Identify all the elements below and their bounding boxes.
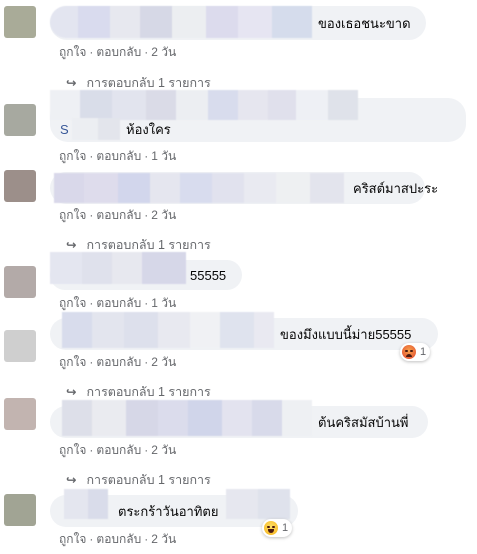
haha-emoji-icon bbox=[264, 521, 278, 535]
comment-bubble: ต้นคริสมัสบ้านพี่ bbox=[50, 400, 428, 438]
reply-link[interactable]: ตอบกลับ bbox=[96, 208, 141, 222]
reaction-count: 1 bbox=[420, 346, 427, 358]
angry-emoji-icon bbox=[402, 345, 416, 359]
redacted-name bbox=[72, 118, 120, 140]
redacted-name bbox=[50, 252, 186, 284]
reply-link[interactable]: ตอบกลับ bbox=[96, 149, 141, 163]
like-link[interactable]: ถูกใจ bbox=[59, 149, 86, 163]
redacted-name bbox=[50, 90, 395, 120]
reply-link[interactable]: ตอบกลับ bbox=[96, 355, 141, 369]
view-replies-link[interactable]: ↪ การตอบกลับ 1 รายการ bbox=[66, 382, 211, 402]
comment-text: คริสต์มาสปะระ bbox=[353, 181, 439, 196]
timestamp[interactable]: 2 วัน bbox=[151, 532, 176, 546]
like-link[interactable]: ถูกใจ bbox=[59, 355, 86, 369]
avatar[interactable] bbox=[4, 494, 36, 526]
name-initial[interactable]: S bbox=[60, 121, 69, 138]
comment-text: ของเธอชนะขาด bbox=[318, 16, 411, 31]
avatar[interactable] bbox=[4, 104, 36, 136]
like-link[interactable]: ถูกใจ bbox=[59, 208, 86, 222]
redacted-name bbox=[62, 312, 274, 348]
reply-link[interactable]: ตอบกลับ bbox=[96, 296, 141, 310]
avatar[interactable] bbox=[4, 170, 36, 202]
timestamp[interactable]: 2 วัน bbox=[151, 355, 176, 369]
avatar[interactable] bbox=[4, 266, 36, 298]
redacted-name bbox=[50, 6, 312, 38]
redacted-name bbox=[62, 400, 312, 436]
comment-actions: ถูกใจ · ตอบกลับ · 2 วัน bbox=[59, 45, 177, 59]
timestamp[interactable]: 2 วัน bbox=[151, 208, 176, 222]
comment-actions: ถูกใจ · ตอบกลับ · 1 วัน bbox=[59, 149, 177, 163]
redacted-name bbox=[54, 173, 344, 203]
comment-actions: ถูกใจ · ตอบกลับ · 1 วัน bbox=[59, 296, 177, 310]
reply-arrow-icon: ↪ bbox=[66, 76, 77, 90]
reaction-badge[interactable]: 1 bbox=[262, 519, 293, 537]
avatar[interactable] bbox=[4, 398, 36, 430]
timestamp[interactable]: 2 วัน bbox=[151, 45, 176, 59]
timestamp[interactable]: 1 วัน bbox=[151, 296, 176, 310]
redacted-name bbox=[226, 489, 290, 519]
comment-text: ของมึงแบบนี้ม่าย55555 bbox=[280, 327, 412, 342]
reply-arrow-icon: ↪ bbox=[66, 473, 77, 487]
like-link[interactable]: ถูกใจ bbox=[59, 296, 86, 310]
reaction-count: 1 bbox=[282, 522, 289, 534]
redacted-name bbox=[64, 489, 108, 519]
view-replies-link[interactable]: ↪ การตอบกลับ 1 รายการ bbox=[66, 470, 211, 490]
comment-bubble: ของมึงแบบนี้ม่าย55555 bbox=[50, 312, 438, 350]
comment-bubble: ตระกร้าวันอาทิตย bbox=[50, 489, 298, 527]
comment-bubble: คริสต์มาสปะระ bbox=[50, 172, 438, 204]
comment-text: 55555 bbox=[190, 268, 227, 283]
like-link[interactable]: ถูกใจ bbox=[59, 45, 86, 59]
like-link[interactable]: ถูกใจ bbox=[59, 443, 86, 457]
comment-actions: ถูกใจ · ตอบกลับ · 2 วัน bbox=[59, 355, 177, 369]
like-link[interactable]: ถูกใจ bbox=[59, 532, 86, 546]
avatar[interactable] bbox=[4, 330, 36, 362]
comment-actions: ถูกใจ · ตอบกลับ · 2 วัน bbox=[59, 443, 177, 457]
reply-arrow-icon: ↪ bbox=[66, 385, 77, 399]
comment-bubble: 55555 bbox=[50, 252, 242, 290]
reaction-badge[interactable]: 1 bbox=[400, 343, 431, 361]
timestamp[interactable]: 2 วัน bbox=[151, 443, 176, 457]
timestamp[interactable]: 1 วัน bbox=[151, 149, 176, 163]
comment-bubble: S ห้องใคร bbox=[50, 90, 466, 142]
comment-actions: ถูกใจ · ตอบกลับ · 2 วัน bbox=[59, 532, 177, 546]
reply-arrow-icon: ↪ bbox=[66, 238, 77, 252]
comment-actions: ถูกใจ · ตอบกลับ · 2 วัน bbox=[59, 208, 177, 222]
comment-bubble: ของเธอชนะขาด bbox=[50, 6, 426, 40]
avatar[interactable] bbox=[4, 6, 36, 38]
reply-link[interactable]: ตอบกลับ bbox=[96, 443, 141, 457]
comment-text: ต้นคริสมัสบ้านพี่ bbox=[318, 415, 409, 430]
reply-link[interactable]: ตอบกลับ bbox=[96, 45, 141, 59]
comment-text: ตระกร้าวันอาทิตย bbox=[118, 504, 219, 519]
comment-text: ห้องใคร bbox=[126, 122, 171, 137]
reply-link[interactable]: ตอบกลับ bbox=[96, 532, 141, 546]
